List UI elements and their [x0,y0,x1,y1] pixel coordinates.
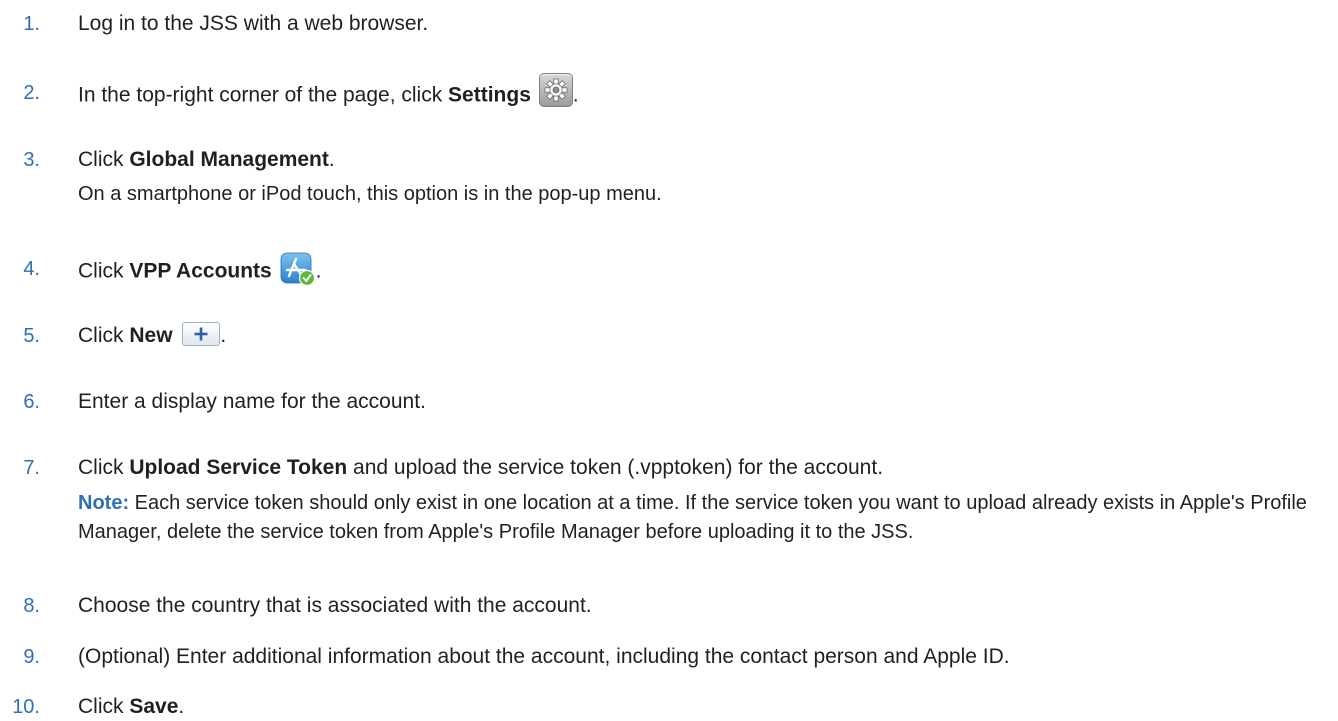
step-text: Click Save. [78,693,184,721]
step-text-after: . [220,324,227,347]
step-number: 10. [12,696,40,718]
step-text: Log in to the JSS with a web browser. [78,10,428,38]
step-text: (Optional) Enter additional information … [78,643,1010,671]
step-text-part: . [328,148,335,171]
step-number: 7. [23,457,40,479]
step-text: Click Global Management. [78,146,335,174]
step-sub-text: On a smartphone or iPod touch, this opti… [78,183,662,205]
step-number: 3. [23,149,40,171]
new-label: New [129,324,173,347]
step-text-part: In the top-right corner of the page, cli… [78,83,449,107]
step-text-after: . [315,259,322,283]
step-number: 5. [23,325,40,347]
step-number: 8. [23,595,40,617]
step-text-after: . [572,83,579,107]
step-text-part: Log in to the JSS with a web browser. [78,12,429,35]
note-label: Note: [78,492,130,514]
step-text: Click New . [78,322,226,350]
settings-label: Settings [448,83,531,107]
step-text-part: Click [78,259,130,283]
step-text-part: Enter a display name for the account. [78,390,426,413]
vpp-accounts-label: VPP Accounts [129,259,272,283]
plus-icon [182,322,221,347]
note-paragraph: Note: Each service token should only exi… [78,489,1328,547]
step-text-part: and upload the service token (.vpptoken)… [347,456,884,479]
step-number: 6. [23,391,40,413]
step-text: In the top-right corner of the page, cli… [78,73,579,113]
step-text-part: Click [78,695,130,718]
step-text-part: Click [78,324,130,347]
step-number: 4. [23,258,40,280]
upload-service-token-label: Upload Service Token [129,456,348,479]
step-number: 9. [23,646,40,668]
step-text: Click Upload Service Token and upload th… [78,454,883,482]
gear-icon [538,73,573,107]
step-text: Choose the country that is associated wi… [78,592,592,620]
step-text-part: (Optional) Enter additional information … [78,645,1010,668]
step-text-part: . [178,695,185,718]
save-label: Save [129,695,179,718]
step-number: 1. [23,13,40,35]
step-text: Click VPP Accounts . [78,252,322,289]
global-management-label: Global Management [129,148,329,171]
step-text-part: Click [78,148,130,171]
note-text: Each service token should only exist in … [78,492,1307,543]
step-text-part: Click [78,456,130,479]
app-store-icon [280,252,316,287]
step-number: 2. [23,82,40,104]
step-text-part: Choose the country that is associated wi… [78,594,592,617]
step-text: Enter a display name for the account. [78,388,426,416]
